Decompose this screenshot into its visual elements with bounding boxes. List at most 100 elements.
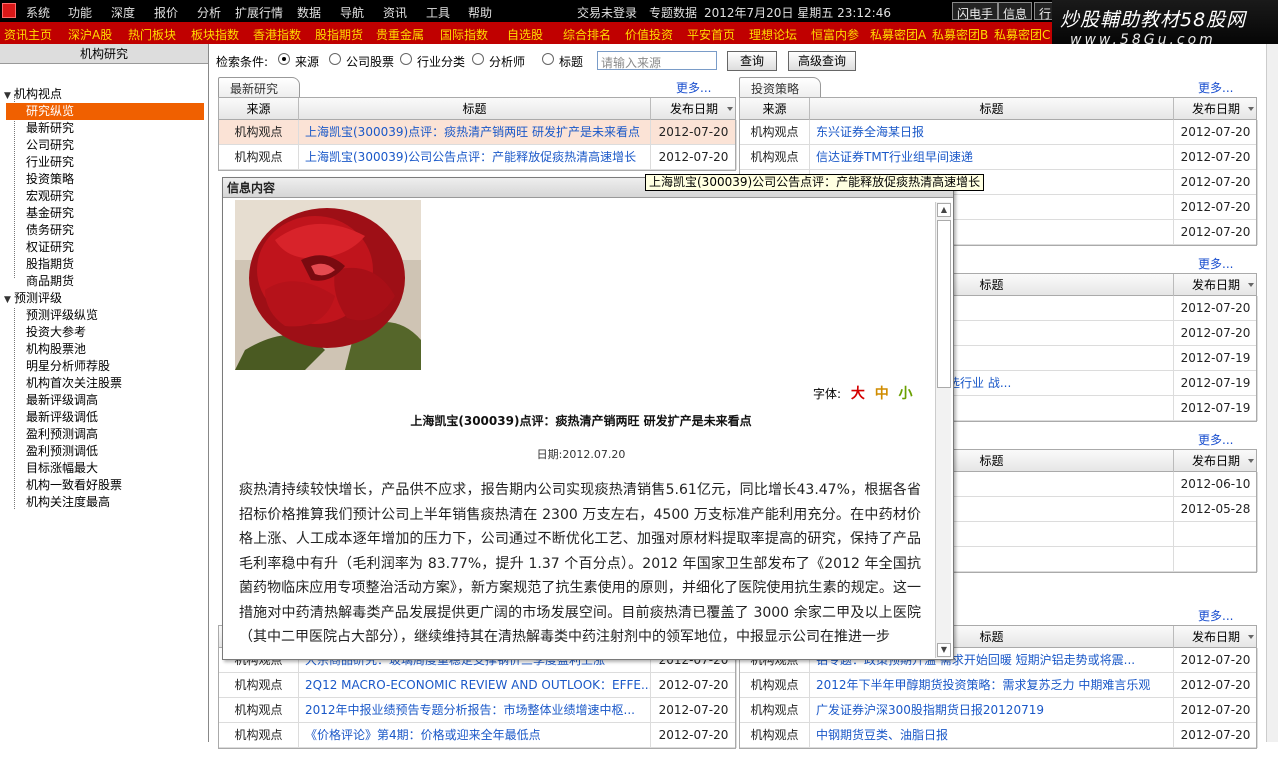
sidebar-item-index-futures[interactable]: 股指期货 (26, 256, 74, 273)
sidebar-item-consensus-bullish[interactable]: 机构一致看好股票 (26, 477, 122, 494)
quick-ranking[interactable]: 综合排名 (563, 26, 611, 43)
menu-help[interactable]: 帮助 (468, 4, 492, 21)
sidebar-item-first-coverage[interactable]: 机构首次关注股票 (26, 375, 122, 392)
quick-watchlist[interactable]: 自选股 (507, 26, 543, 43)
menu-tools[interactable]: 工具 (426, 4, 450, 21)
quick-sector-index[interactable]: 板块指数 (191, 26, 239, 43)
menu-news[interactable]: 资讯 (383, 4, 407, 21)
col-date[interactable]: 发布日期 (1174, 450, 1258, 472)
more-link[interactable]: 更多... (1198, 607, 1233, 624)
table-row[interactable]: 机构观点 2012年下半年甲醇期货投资策略：需求复苏乏力 中期难言乐观 2012-0… (740, 673, 1258, 698)
sidebar-item-earnings-up[interactable]: 盈利预测调高 (26, 426, 98, 443)
advanced-query-button[interactable]: 高级查询 (788, 51, 856, 71)
sidebar-item-latest-research[interactable]: 最新研究 (26, 120, 74, 137)
cell-title-link[interactable]: 2Q12 MACRO-ECONOMIC REVIEW AND OUTLOOK：E… (299, 673, 651, 698)
col-title[interactable]: 标题 (810, 98, 1174, 120)
quick-hot-sectors[interactable]: 热门板块 (128, 26, 176, 43)
col-date[interactable]: 发布日期 (1174, 274, 1258, 296)
cell-title-link[interactable]: 中钢期货豆类、油脂日报 (810, 723, 1174, 748)
sidebar-group-forecast-rating[interactable]: ▼ 预测评级 (4, 290, 62, 307)
radio-analyst-label[interactable]: 分析师 (489, 53, 525, 70)
table-row[interactable]: 机构观点 2012年中报业绩预告专题分析报告：市场整体业绩增速中枢... 2012-… (219, 698, 737, 723)
quick-hk-index[interactable]: 香港指数 (253, 26, 301, 43)
sidebar-item-rating-upgrades[interactable]: 最新评级调高 (26, 392, 98, 409)
menu-depth[interactable]: 深度 (111, 4, 135, 21)
sort-arrow-icon[interactable] (1248, 107, 1254, 111)
radio-company-stock[interactable] (329, 53, 341, 65)
scroll-down-icon[interactable]: ▼ (937, 643, 951, 657)
cell-title-link[interactable]: 东兴证券全海某日报 (810, 120, 1174, 145)
sidebar-item-research-overview[interactable]: 研究纵览 (6, 103, 204, 120)
sidebar-item-rating-overview[interactable]: 预测评级纵览 (26, 307, 98, 324)
more-link[interactable]: 更多... (1198, 255, 1233, 272)
table-row[interactable]: 机构观点 信达证券TMT行业组早间速递 2012-07-20 (740, 145, 1258, 170)
radio-analyst[interactable] (472, 53, 484, 65)
collapse-icon[interactable]: ▼ (4, 292, 14, 309)
quick-a-shares[interactable]: 深沪A股 (68, 26, 112, 43)
cell-title-link[interactable]: 2012年中报业绩预告专题分析报告：市场整体业绩增速中枢... (299, 698, 651, 723)
quick-index-futures[interactable]: 股指期货 (315, 26, 363, 43)
cell-title-link[interactable]: 信达证券TMT行业组早间速递 (810, 145, 1174, 170)
col-source[interactable]: 来源 (740, 98, 810, 120)
font-size-small[interactable]: 小 (899, 386, 913, 402)
cell-title-link[interactable]: 2012年下半年甲醇期货投资策略：需求复苏乏力 中期难言乐观 (810, 673, 1174, 698)
quick-value-invest[interactable]: 价值投资 (625, 26, 673, 43)
more-link[interactable]: 更多... (1198, 79, 1233, 96)
app-logo-icon[interactable] (2, 3, 16, 18)
radio-industry-label[interactable]: 行业分类 (417, 53, 465, 70)
search-input[interactable]: 请输入来源 (597, 51, 717, 70)
flash-trade-button[interactable]: 闪电手 (952, 2, 999, 21)
sidebar-item-earnings-down[interactable]: 盈利预测调低 (26, 443, 98, 460)
col-date[interactable]: 发布日期 (651, 98, 737, 120)
cell-title-link[interactable]: 《价格评论》第4期：价格或迎来全年最低点 (299, 723, 651, 748)
sidebar-item-investment-strategy[interactable]: 投资策略 (26, 171, 74, 188)
quick-news-home[interactable]: 资讯主页 (4, 26, 52, 43)
quick-precious-metals[interactable]: 贵重金属 (376, 26, 424, 43)
menu-analysis[interactable]: 分析 (197, 4, 221, 21)
col-title[interactable]: 标题 (299, 98, 651, 120)
more-link[interactable]: 更多... (1198, 431, 1233, 448)
sort-arrow-icon[interactable] (727, 107, 733, 111)
sort-arrow-icon[interactable] (1248, 283, 1254, 287)
info-button[interactable]: 信息 (998, 2, 1033, 21)
more-link[interactable]: 更多... (676, 79, 711, 96)
menu-navigation[interactable]: 导航 (340, 4, 364, 21)
sidebar-item-star-analyst-picks[interactable]: 明星分析师荐股 (26, 358, 110, 375)
special-data-link[interactable]: 专题数据 (649, 4, 697, 21)
quick-pingan-home[interactable]: 平安首页 (687, 26, 735, 43)
menu-system[interactable]: 系统 (26, 4, 50, 21)
sidebar-item-most-attention[interactable]: 机构关注度最高 (26, 494, 110, 511)
sidebar-item-warrant-research[interactable]: 权证研究 (26, 239, 74, 256)
radio-industry[interactable] (400, 53, 412, 65)
sidebar-group-institution-view[interactable]: ▼ 机构视点 (4, 86, 62, 103)
sort-arrow-icon[interactable] (1248, 459, 1254, 463)
table-row[interactable]: 机构观点 广发证券沪深300股指期货日报20120719 2012-07-20 (740, 698, 1258, 723)
radio-source-label[interactable]: 来源 (295, 53, 319, 70)
sidebar-item-target-upside[interactable]: 目标涨幅最大 (26, 460, 98, 477)
cell-title-link[interactable]: 广发证券沪深300股指期货日报20120719 (810, 698, 1174, 723)
quick-insider[interactable]: 恒富内参 (811, 26, 859, 43)
quick-private-c[interactable]: 私募密团C (994, 26, 1050, 43)
scroll-thumb[interactable] (937, 220, 951, 388)
popup-scrollbar[interactable]: ▲ ▼ (935, 202, 951, 658)
query-button[interactable]: 查询 (727, 51, 777, 71)
sidebar-item-bond-research[interactable]: 债务研究 (26, 222, 74, 239)
sidebar-item-rating-downgrades[interactable]: 最新评级调低 (26, 409, 98, 426)
sidebar-item-macro-research[interactable]: 宏观研究 (26, 188, 74, 205)
table-row[interactable]: 机构观点 上海凯宝(300039)点评：痰热清产销两旺 研发扩产是未来看点 20… (219, 120, 737, 145)
table-row[interactable]: 机构观点 东兴证券全海某日报 2012-07-20 (740, 120, 1258, 145)
sort-arrow-icon[interactable] (1248, 635, 1254, 639)
main-scrollbar[interactable] (1266, 44, 1278, 742)
table-row[interactable]: 机构观点 上海凯宝(300039)公司公告点评：产能释放促痰热清高速增长 201… (219, 145, 737, 170)
cell-title-link[interactable]: 上海凯宝(300039)公司公告点评：产能释放促痰热清高速增长 (299, 145, 651, 170)
menu-quote[interactable]: 报价 (154, 4, 178, 21)
radio-title[interactable] (542, 53, 554, 65)
col-date[interactable]: 发布日期 (1174, 98, 1258, 120)
menu-extended-quotes[interactable]: 扩展行情 (235, 4, 283, 21)
table-row[interactable]: 机构观点 中钢期货豆类、油脂日报 2012-07-20 (740, 723, 1258, 748)
sidebar-item-company-research[interactable]: 公司研究 (26, 137, 74, 154)
scroll-up-icon[interactable]: ▲ (937, 203, 951, 217)
quick-intl-index[interactable]: 国际指数 (440, 26, 488, 43)
radio-source[interactable] (278, 53, 290, 65)
quick-private-b[interactable]: 私募密团B (932, 26, 988, 43)
